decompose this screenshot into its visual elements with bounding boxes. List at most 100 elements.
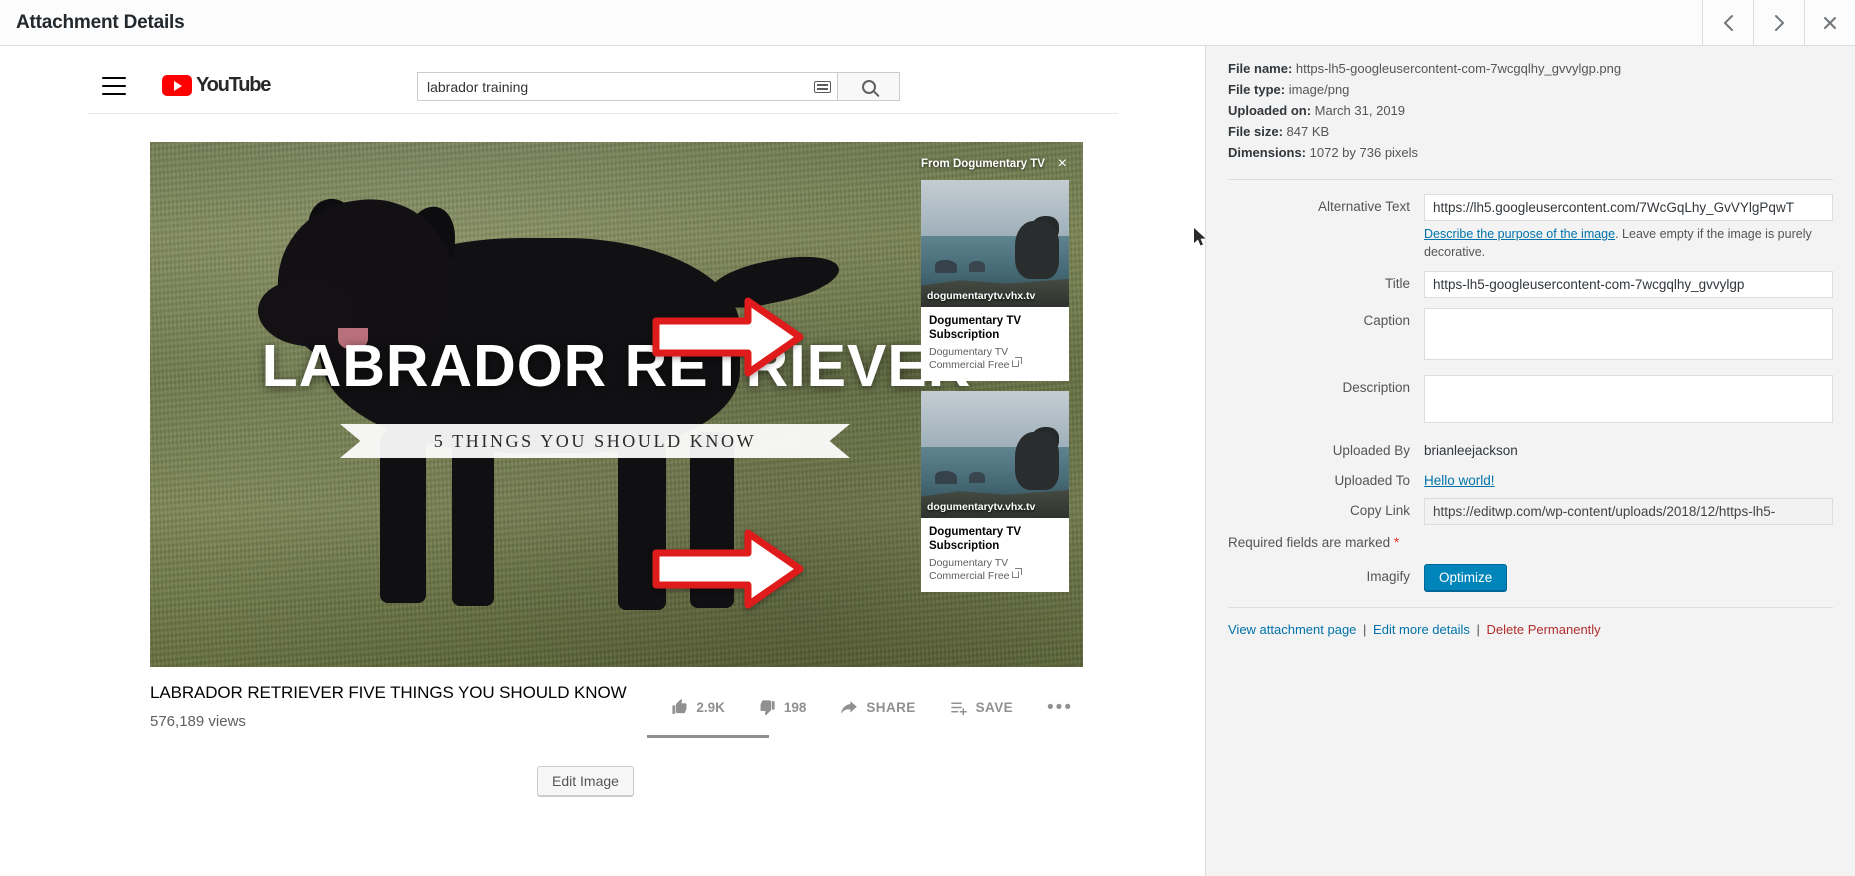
uploaded-to-link[interactable]: Hello world! [1424,473,1495,488]
caption-input[interactable] [1424,308,1833,360]
uploaded-to-label: Uploaded To [1228,468,1424,488]
keyboard-icon[interactable] [814,81,831,93]
description-row: Description [1228,375,1833,428]
share-label: SHARE [866,700,915,715]
file-type-label: File type: [1228,82,1285,97]
youtube-logo-text: YouTube [196,74,270,97]
red-arrow-icon [652,527,804,611]
promo-card[interactable]: dogumentarytv.vhx.tv Dogumentary TV Subs… [921,391,1069,592]
uploaded-to-row: Uploaded To Hello world! [1228,468,1833,488]
promo-header-label: From Dogumentary TV [921,158,1045,170]
divider [1228,179,1833,180]
dimensions-line: Dimensions: 1072 by 736 pixels [1228,142,1833,163]
file-type-value: image/png [1289,82,1350,97]
description-control [1424,375,1833,428]
youtube-play-icon [162,75,192,96]
rock [935,471,957,484]
promo-card-subtitle-text: Dogumentary TV Commercial Free [929,346,1010,371]
like-count: 2.9K [696,700,725,715]
promo-card-body: Dogumentary TV Subscription Dogumentary … [921,307,1069,381]
promo-card-subtitle: Dogumentary TV Commercial Free [929,346,1061,372]
attachment-preview-pane: YouTube [0,46,1205,876]
promo-card-body: Dogumentary TV Subscription Dogumentary … [921,518,1069,592]
link-separator: | [1363,622,1366,637]
alt-text-label: Alternative Text [1228,194,1424,214]
dog-body [1015,221,1059,279]
attachment-details-pane: File name: https-lh5-googleusercontent-c… [1205,46,1855,876]
dislike-count: 198 [784,700,807,715]
copy-link-input[interactable] [1424,498,1833,525]
youtube-logo[interactable]: YouTube [162,74,270,97]
file-name-label: File name: [1228,61,1292,76]
youtube-screenshot: YouTube [88,58,1118,796]
file-name-line: File name: https-lh5-googleusercontent-c… [1228,58,1833,79]
attachment-action-links: View attachment page | Edit more details… [1228,622,1833,637]
video-overlay-ribbon: 5 THINGS YOU SHOULD KNOW [340,424,850,458]
close-modal-button[interactable] [1804,0,1855,45]
rock [969,472,985,483]
dislike-button[interactable]: 198 [759,699,807,716]
promo-overlay: From Dogumentary TV × dogumentarytv.vhx.… [921,154,1069,602]
promo-card-caption: dogumentarytv.vhx.tv [927,290,1035,302]
search-input-wrap[interactable] [417,72,838,101]
video-thumbnail[interactable]: LABRADOR RETRIEVER 5 THINGS YOU SHOULD K… [150,142,1083,667]
imagify-row: Imagify Optimize [1228,564,1833,591]
title-row: Title [1228,271,1833,298]
previous-attachment-button[interactable] [1702,0,1753,45]
like-button[interactable]: 2.9K [671,699,725,716]
search-button[interactable] [838,72,900,101]
imagify-control: Optimize [1424,564,1833,591]
promo-card-subtitle-text: Dogumentary TV Commercial Free [929,557,1010,582]
copy-link-control [1424,498,1833,525]
uploaded-to-value: Hello world! [1424,468,1833,488]
more-icon: ••• [1047,701,1073,714]
rock [969,261,985,272]
close-icon[interactable]: × [1056,156,1069,172]
next-attachment-button[interactable] [1753,0,1804,45]
promo-card-image: dogumentarytv.vhx.tv [921,391,1069,518]
promo-header: From Dogumentary TV × [921,154,1069,174]
alt-text-input[interactable] [1424,194,1833,221]
title-label: Title [1228,271,1424,291]
uploaded-by-row: Uploaded By brianleejackson [1228,438,1833,458]
promo-card-caption: dogumentarytv.vhx.tv [927,501,1035,513]
search-input[interactable] [427,79,814,95]
description-input[interactable] [1424,375,1833,423]
hamburger-menu-icon[interactable] [102,77,126,95]
action-bar-underline [647,735,769,738]
share-button[interactable]: SHARE [840,699,915,716]
title-control [1424,271,1833,298]
dimensions-value: 1072 by 736 pixels [1310,145,1418,160]
required-fields-text: Required fields are marked [1228,535,1394,550]
optimize-button[interactable]: Optimize [1424,564,1507,591]
alt-text-control: Describe the purpose of the image. Leave… [1424,194,1833,261]
rock [935,260,957,273]
uploaded-by-value: brianleejackson [1424,438,1833,458]
save-label: SAVE [976,700,1013,715]
youtube-header: YouTube [88,58,1118,114]
file-size-value: 847 KB [1287,124,1330,139]
describe-purpose-link[interactable]: Describe the purpose of the image [1424,227,1615,241]
caption-row: Caption [1228,308,1833,365]
promo-card-title: Dogumentary TV Subscription [929,314,1061,343]
promo-card[interactable]: dogumentarytv.vhx.tv Dogumentary TV Subs… [921,180,1069,381]
file-size-line: File size: 847 KB [1228,121,1833,142]
link-separator: | [1477,622,1480,637]
promo-card-subtitle: Dogumentary TV Commercial Free [929,557,1061,583]
uploaded-to-control: Hello world! [1424,468,1833,488]
title-input[interactable] [1424,271,1833,298]
search-icon [862,80,876,94]
delete-permanently-link[interactable]: Delete Permanently [1487,622,1601,637]
save-button[interactable]: SAVE [950,699,1013,716]
edit-more-details-link[interactable]: Edit more details [1373,622,1470,637]
youtube-search [417,72,900,101]
video-overlay-subtitle: 5 THINGS YOU SHOULD KNOW [434,431,756,452]
promo-card-title: Dogumentary TV Subscription [929,525,1061,554]
edit-image-button[interactable]: Edit Image [537,766,634,796]
copy-link-label: Copy Link [1228,498,1424,518]
more-actions-button[interactable]: ••• [1047,701,1073,714]
red-arrow-icon [652,295,804,379]
dog-leg [452,434,494,606]
uploaded-on-label: Uploaded on: [1228,103,1311,118]
view-attachment-page-link[interactable]: View attachment page [1228,622,1356,637]
